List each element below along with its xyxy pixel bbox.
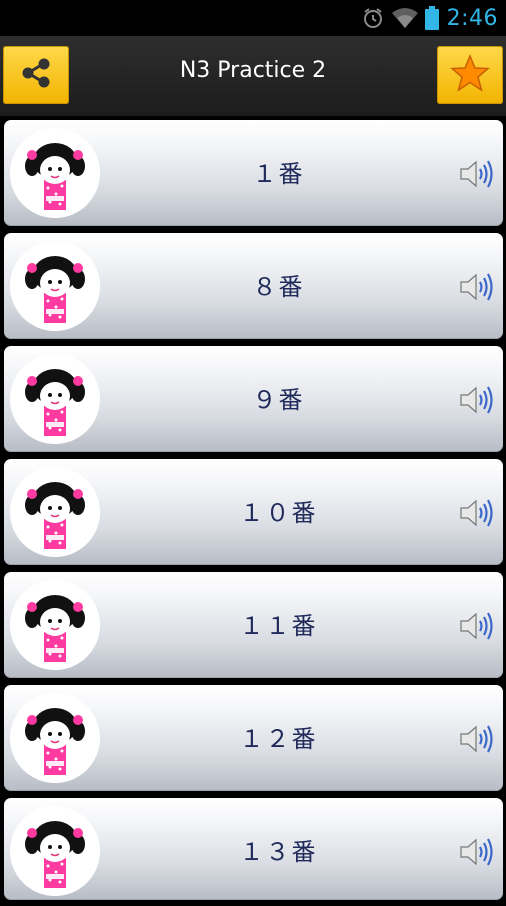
page-title: N3 Practice 2 <box>179 58 327 83</box>
wifi-icon <box>391 7 419 29</box>
star-icon <box>450 53 490 97</box>
girl-avatar-icon <box>10 806 100 896</box>
battery-icon <box>424 6 439 30</box>
list-item-label: １３番 <box>239 838 318 866</box>
girl-avatar-icon <box>10 128 100 218</box>
alarm-icon <box>361 6 385 30</box>
list-item[interactable]: ８番 <box>4 233 503 339</box>
speaker-icon[interactable] <box>459 272 495 302</box>
status-time: 2:46 <box>446 5 498 31</box>
list-item[interactable]: １２番 <box>4 685 503 791</box>
list-item[interactable]: １３番 <box>4 798 503 900</box>
speaker-icon[interactable] <box>459 159 495 189</box>
speaker-icon[interactable] <box>459 837 495 867</box>
favorite-button[interactable] <box>437 46 503 104</box>
list-item[interactable]: １番 <box>4 120 503 226</box>
speaker-icon[interactable] <box>459 724 495 754</box>
speaker-icon[interactable] <box>459 498 495 528</box>
list-item-label: １１番 <box>239 612 318 640</box>
girl-avatar-icon <box>10 241 100 331</box>
list-item-label: ９番 <box>252 386 305 414</box>
toolbar: N3 Practice 2 <box>0 36 506 116</box>
list-item-label: ８番 <box>252 273 305 301</box>
girl-avatar-icon <box>10 354 100 444</box>
speaker-icon[interactable] <box>459 385 495 415</box>
girl-avatar-icon <box>10 580 100 670</box>
list-item-label: １２番 <box>239 725 318 753</box>
list-item[interactable]: １１番 <box>4 572 503 678</box>
girl-avatar-icon <box>10 467 100 557</box>
girl-avatar-icon <box>10 693 100 783</box>
status-bar: 2:46 <box>0 0 506 36</box>
list-item[interactable]: ９番 <box>4 346 503 452</box>
list-item[interactable]: １０番 <box>4 459 503 565</box>
list-item-label: １番 <box>252 160 305 188</box>
speaker-icon[interactable] <box>459 611 495 641</box>
list-item-label: １０番 <box>239 499 318 527</box>
